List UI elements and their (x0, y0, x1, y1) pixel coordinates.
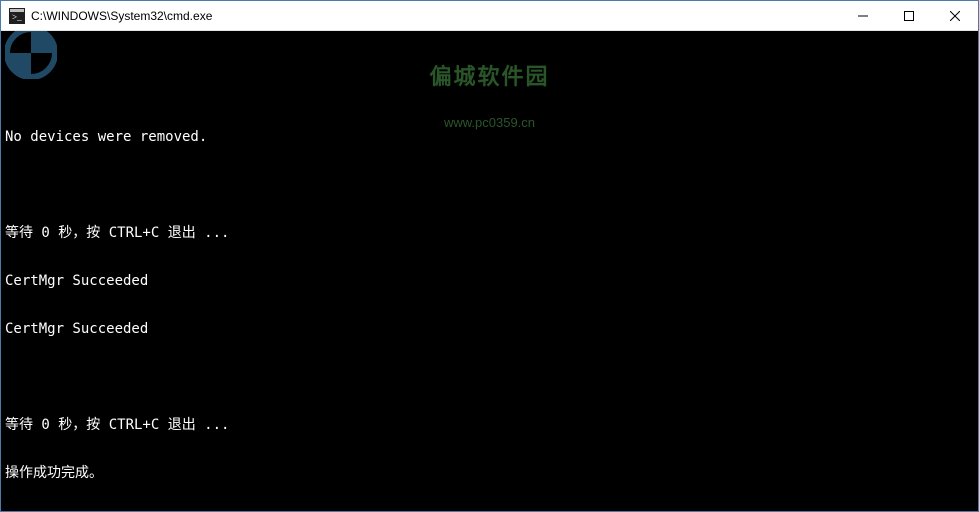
watermark-text-main: 偏城软件园 (429, 69, 549, 85)
terminal-line: No devices were removed. (5, 129, 974, 145)
close-button[interactable] (932, 1, 978, 30)
titlebar[interactable]: >_ C:\WINDOWS\System32\cmd.exe (1, 1, 978, 31)
watermark-logo-icon (5, 31, 57, 79)
svg-text:>_: >_ (12, 12, 22, 22)
cmd-window: >_ C:\WINDOWS\System32\cmd.exe 偏城软件园 www… (0, 0, 979, 512)
terminal-line: 等待 0 秒，按 CTRL+C 退出 ... (5, 225, 974, 241)
window-controls (840, 1, 978, 30)
cmd-icon: >_ (9, 8, 25, 24)
terminal-line: CertMgr Succeeded (5, 321, 974, 337)
terminal-line: 操作成功完成。 (5, 465, 974, 481)
terminal-line (5, 369, 974, 385)
window-title: C:\WINDOWS\System32\cmd.exe (31, 9, 840, 23)
terminal-line: 等待 0 秒，按 CTRL+C 退出 ... (5, 417, 974, 433)
minimize-button[interactable] (840, 1, 886, 30)
terminal-output: No devices were removed. 等待 0 秒，按 CTRL+C… (5, 97, 974, 511)
terminal-line (5, 177, 974, 193)
maximize-button[interactable] (886, 1, 932, 30)
terminal-area[interactable]: 偏城软件园 www.pc0359.cn No devices were remo… (1, 31, 978, 511)
terminal-line: CertMgr Succeeded (5, 273, 974, 289)
